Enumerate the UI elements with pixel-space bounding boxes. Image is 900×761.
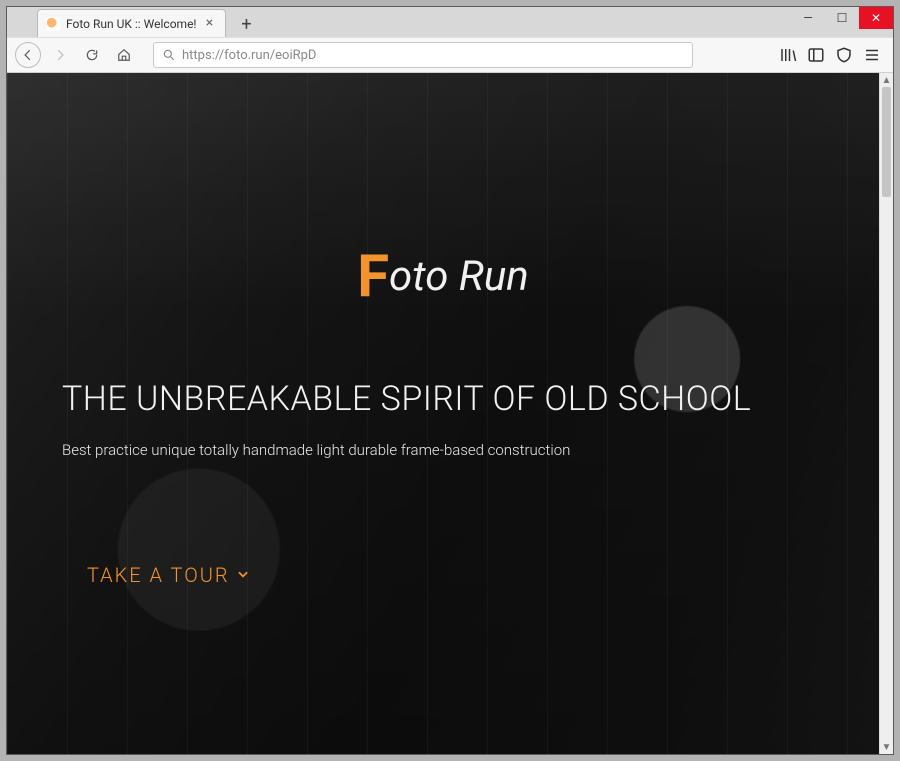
search-icon xyxy=(162,48,176,62)
hero-headline: THE UNBREAKABLE SPIRIT OF OLD SCHOOL xyxy=(62,378,799,421)
tab-strip: Foto Run UK :: Welcome! × + — ☐ ✕ xyxy=(7,7,893,37)
close-window-button[interactable]: ✕ xyxy=(859,7,893,29)
vertical-scrollbar[interactable]: ▲ ▼ xyxy=(879,73,893,754)
forward-button[interactable] xyxy=(47,42,73,68)
site-logo[interactable]: Foto Run xyxy=(357,243,529,311)
reload-icon xyxy=(85,48,99,62)
scrollbar-thumb[interactable] xyxy=(882,87,891,197)
menu-icon[interactable] xyxy=(863,46,881,64)
favicon-icon xyxy=(46,17,60,31)
take-a-tour-link[interactable]: TAKE A TOUR xyxy=(87,563,250,587)
new-tab-button[interactable]: + xyxy=(234,11,260,37)
url-input[interactable] xyxy=(182,48,684,63)
browser-tab[interactable]: Foto Run UK :: Welcome! × xyxy=(37,9,226,37)
library-icon[interactable] xyxy=(779,46,797,64)
arrow-left-icon xyxy=(21,48,35,62)
arrow-right-icon xyxy=(53,48,67,62)
home-button[interactable] xyxy=(111,42,137,68)
logo-rest: oto Run xyxy=(389,252,529,301)
hero-subheadline: Best practice unique totally handmade li… xyxy=(62,441,799,459)
toolbar-right-icons xyxy=(779,46,885,64)
page-viewport: Foto Run THE UNBREAKABLE SPIRIT OF OLD S… xyxy=(7,73,893,754)
minimize-button[interactable]: — xyxy=(791,7,825,29)
maximize-button[interactable]: ☐ xyxy=(825,7,859,29)
sidebar-icon[interactable] xyxy=(807,46,825,64)
browser-window: Foto Run UK :: Welcome! × + — ☐ ✕ xyxy=(6,6,894,755)
chevron-down-icon xyxy=(236,567,250,585)
hero-text-block: THE UNBREAKABLE SPIRIT OF OLD SCHOOL Bes… xyxy=(62,378,799,459)
hero-section: Foto Run THE UNBREAKABLE SPIRIT OF OLD S… xyxy=(7,73,879,754)
cta-label: TAKE A TOUR xyxy=(87,563,230,587)
reload-button[interactable] xyxy=(79,42,105,68)
scroll-down-icon[interactable]: ▼ xyxy=(880,740,893,754)
tab-title: Foto Run UK :: Welcome! xyxy=(66,17,197,31)
close-tab-icon[interactable]: × xyxy=(203,17,217,31)
page-content: Foto Run THE UNBREAKABLE SPIRIT OF OLD S… xyxy=(7,73,879,754)
home-icon xyxy=(117,48,131,62)
address-bar[interactable] xyxy=(153,42,693,68)
back-button[interactable] xyxy=(15,42,41,68)
browser-toolbar xyxy=(7,37,893,73)
logo-first-letter: F xyxy=(357,243,389,311)
window-controls: — ☐ ✕ xyxy=(791,7,893,29)
scroll-up-icon[interactable]: ▲ xyxy=(880,73,893,87)
shield-icon[interactable] xyxy=(835,46,853,64)
